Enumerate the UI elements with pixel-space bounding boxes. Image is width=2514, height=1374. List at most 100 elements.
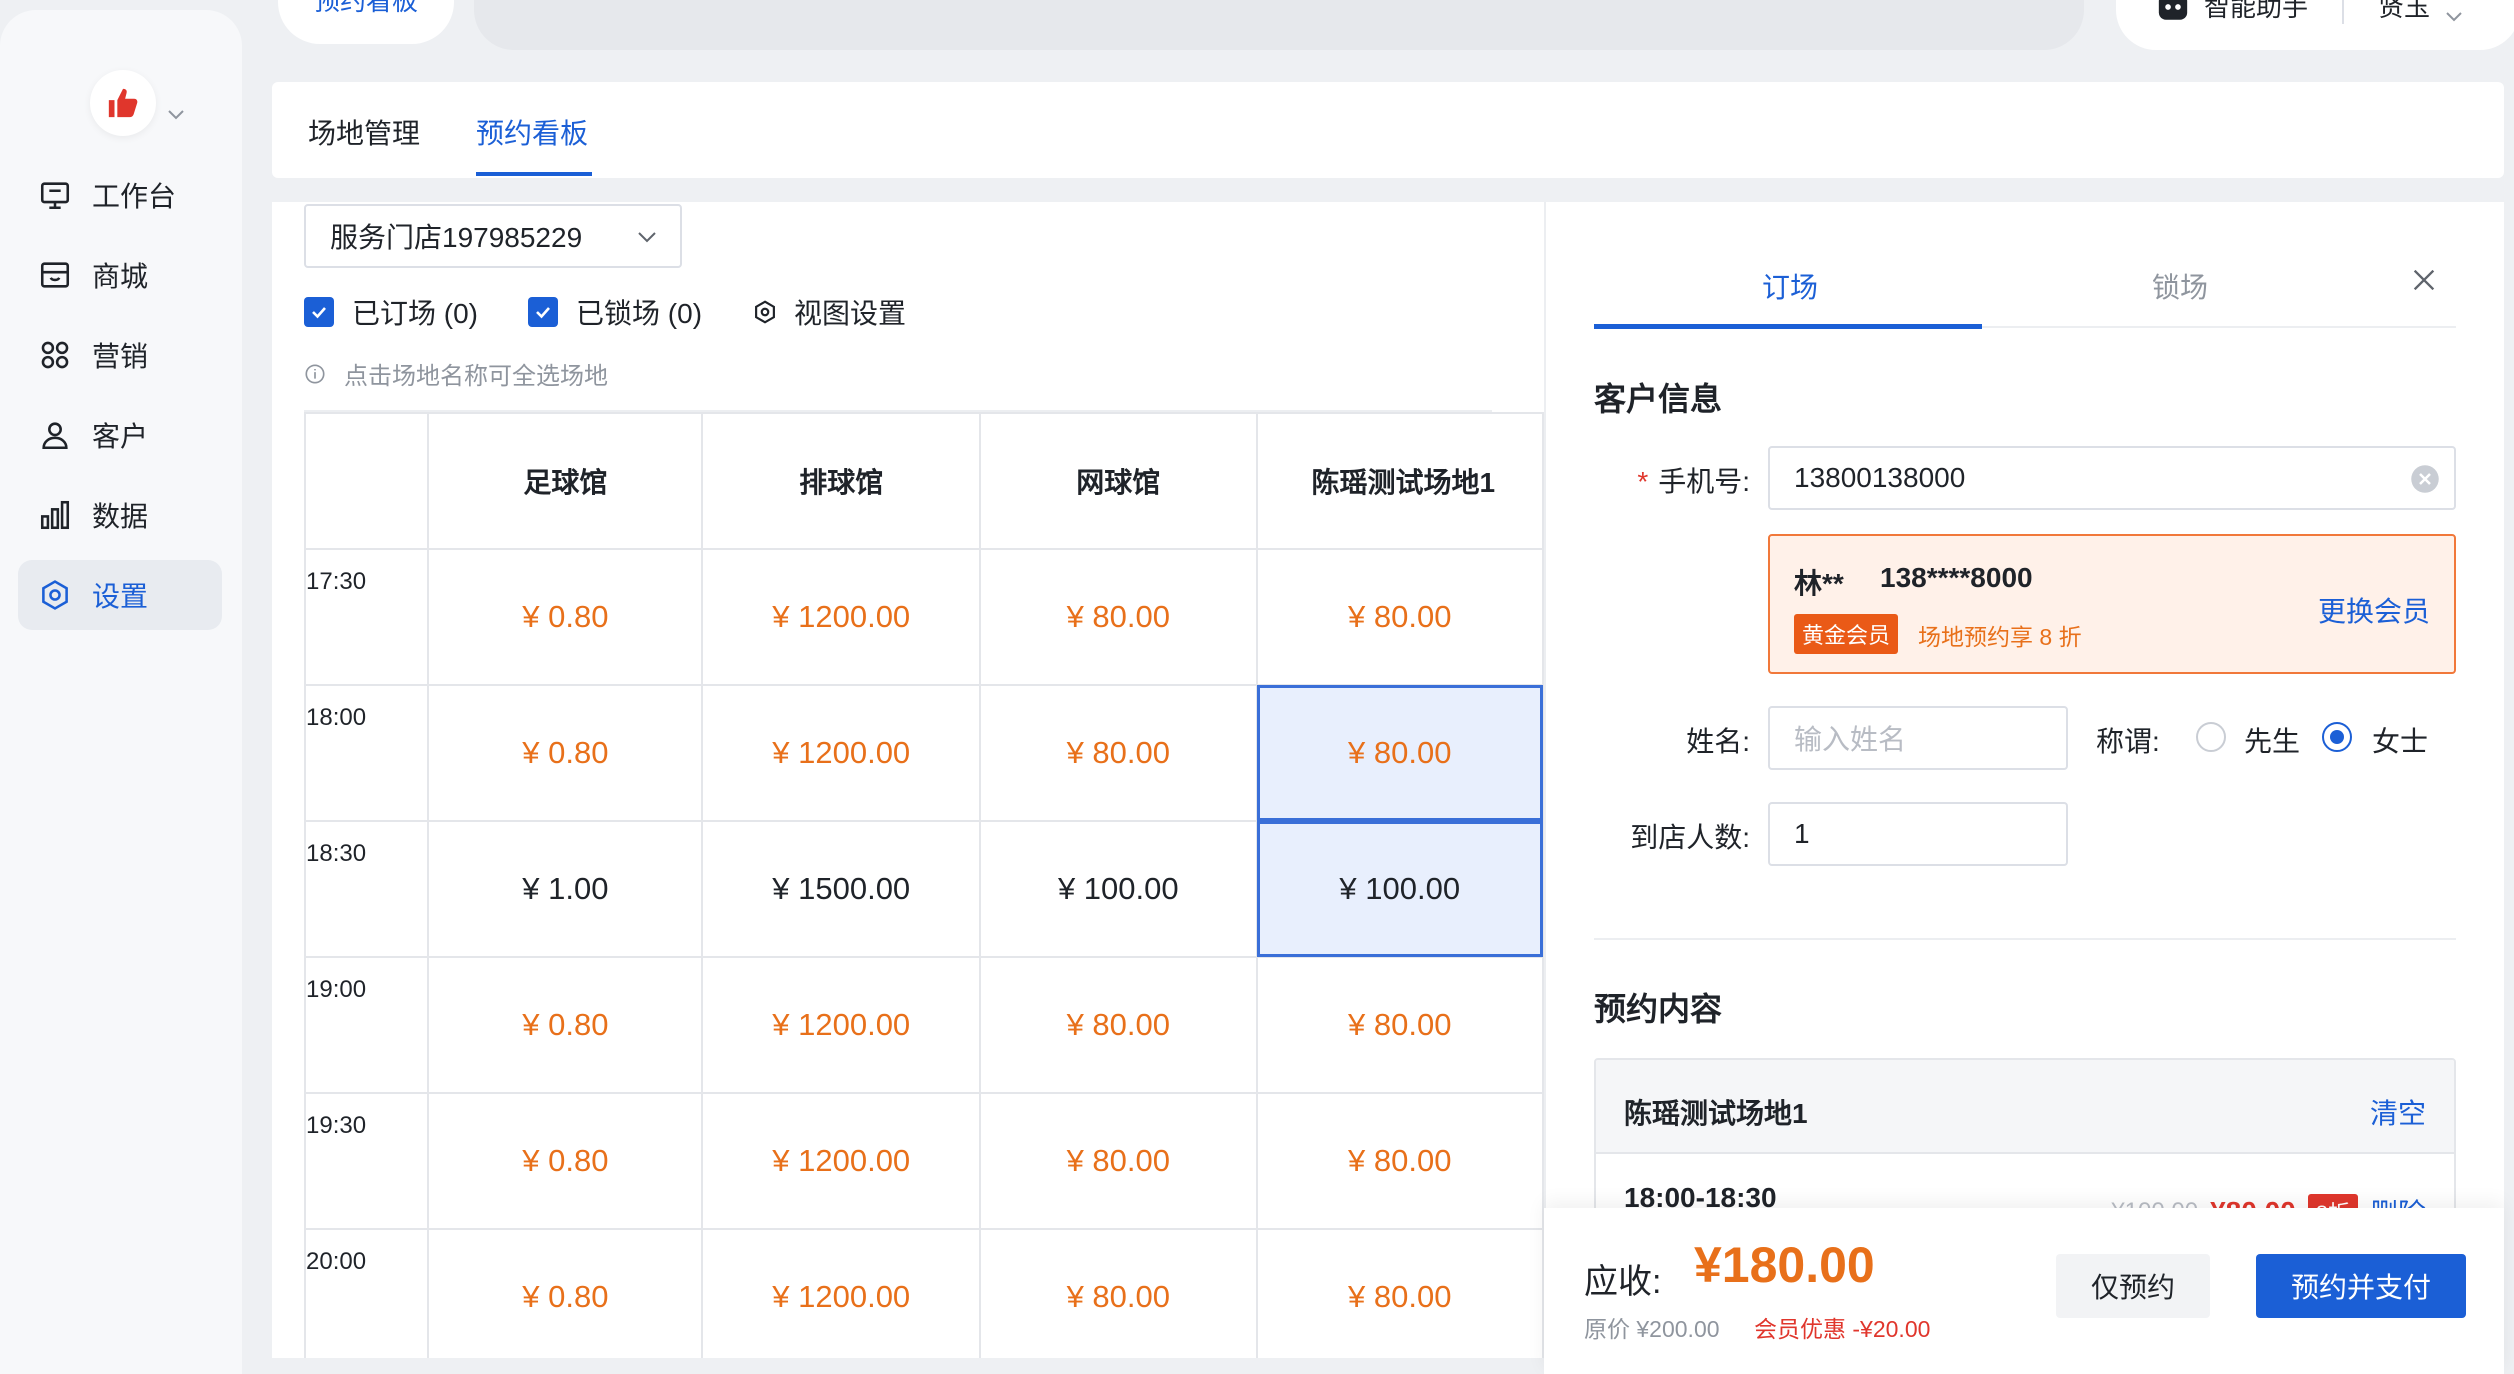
slot-cell[interactable]: ¥ 1200.00 [701,548,982,686]
booking-panel: 订场 锁场 客户信息 * 手机号: 13800138000 林** 138****… [1544,202,2504,1374]
slot-cell[interactable]: ¥ 0.80 [427,548,704,686]
table-row: 19:00 ¥ 0.80 ¥ 1200.00 ¥ 80.00 ¥ 80.00 [303,956,1544,1094]
reserve-and-pay-button[interactable]: 预约并支付 [2256,1254,2466,1318]
venue-column-header[interactable]: 网球馆 [979,412,1258,550]
slot-cell[interactable]: ¥ 1200.00 [701,956,982,1094]
sidebar-item-marketing[interactable]: 营销 [18,320,222,390]
assistant-icon[interactable] [2156,0,2190,24]
close-icon[interactable] [2410,266,2438,294]
chevron-down-icon[interactable] [166,108,186,122]
filter-label: 已锁场 (0) [576,298,703,329]
sidebar-item-customer[interactable]: 客户 [18,400,222,470]
venue-column-header[interactable]: 陈瑶测试场地1 [1255,412,1544,550]
slot-cell[interactable]: ¥ 80.00 [1255,548,1544,686]
booking-board: 服务门店197985229 已订场 (0) 已锁场 (0) 视图设置 点击场地名… [272,202,1544,1358]
divider [2342,0,2345,24]
change-member-link[interactable]: 更换会员 [2318,590,2430,630]
slot-cell[interactable]: ¥ 1200.00 [701,684,982,822]
slot-cell[interactable]: ¥ 80.00 [979,1092,1258,1230]
slot-cell[interactable]: ¥ 0.80 [427,684,704,822]
radio-ms[interactable] [2322,722,2352,752]
venue-column-header[interactable]: 排球馆 [701,412,982,550]
slot-cell[interactable]: ¥ 1200.00 [701,1092,982,1230]
slot-cell[interactable]: ¥ 1200.00 [701,1228,982,1358]
active-tab-indicator [1594,324,1982,329]
sidebar-item-settings[interactable]: 设置 [18,560,222,630]
slot-cell-selected[interactable]: ¥ 80.00 [1255,684,1544,822]
member-phone: 138****8000 [1880,562,2033,593]
member-discount: 会员优惠 -¥20.00 [1754,1316,1931,1342]
slot-cell[interactable]: ¥ 0.80 [427,956,704,1094]
radio-mr[interactable] [2196,722,2226,752]
slot-cell-selected[interactable]: ¥ 100.00 [1255,820,1544,958]
top-active-pill[interactable]: 预约看板 [278,0,454,44]
customer-icon [38,418,72,452]
sidebar-item-store[interactable]: 商城 [18,240,222,310]
checkbox-checked-icon[interactable] [304,297,334,327]
sidebar-item-label: 数据 [92,501,149,532]
member-perk: 场地预约享 8 折 [1918,624,2082,650]
divider [1594,938,2456,940]
slot-cell[interactable]: ¥ 80.00 [979,684,1258,822]
sidebar-item-label: 设置 [92,581,149,612]
name-placeholder: 输入姓名 [1794,724,1907,755]
radio-mr-label[interactable]: 先生 [2244,720,2300,760]
sidebar-item-data[interactable]: 数据 [18,480,222,550]
phone-label: * 手机号: [1637,466,1750,497]
reserve-only-button[interactable]: 仅预约 [2056,1254,2210,1318]
tab-venue-management[interactable]: 场地管理 [308,112,420,152]
store-icon [38,258,72,292]
booking-content-title: 预约内容 [1594,991,1723,1027]
chevron-down-icon[interactable] [2444,10,2464,24]
slot-cell[interactable]: ¥ 0.80 [427,1228,704,1358]
brand-logo[interactable] [90,70,156,136]
sidebar-item-label: 营销 [92,341,149,372]
tab-lock-venue[interactable]: 锁场 [2152,266,2208,306]
view-settings-label: 视图设置 [794,298,907,329]
store-select[interactable]: 服务门店197985229 [304,204,682,268]
slot-cell[interactable]: ¥ 100.00 [979,820,1258,958]
filter-booked[interactable]: 已订场 (0) [304,292,478,332]
assistant-label[interactable]: 智能助手 [2204,0,2308,24]
radio-ms-label[interactable]: 女士 [2372,720,2428,760]
tab-book-venue[interactable]: 订场 [1762,266,1818,306]
sidebar-item-workbench[interactable]: 工作台 [18,160,222,230]
slot-cell[interactable]: ¥ 80.00 [1255,1092,1544,1230]
time-slot-label: 18:00 [303,684,430,822]
venue-header: 陈瑶测试场地1 清空 [1596,1060,2454,1154]
phone-field[interactable]: 13800138000 [1768,446,2456,510]
phone-value: 13800138000 [1794,462,1966,493]
member-card: 林** 138****8000 黄金会员 场地预约享 8 折 更换会员 [1768,534,2456,674]
clear-venue-button[interactable]: 清空 [2370,1092,2426,1132]
checkbox-checked-icon[interactable] [528,297,559,327]
view-settings-button[interactable]: 视图设置 [752,292,906,332]
slot-cell[interactable]: ¥ 0.80 [427,1092,704,1230]
slot-cell[interactable]: ¥ 80.00 [1255,956,1544,1094]
venue-column-header[interactable]: 足球馆 [427,412,704,550]
slot-cell[interactable]: ¥ 80.00 [979,1228,1258,1358]
workbench-icon [38,178,72,212]
schedule-grid: 足球馆 排球馆 网球馆 陈瑶测试场地1 17:30 ¥ 0.80 ¥ 1200.… [303,412,1544,1358]
name-field[interactable]: 输入姓名 [1768,706,2068,770]
top-search-bar[interactable] [474,0,2084,50]
slot-cell[interactable]: ¥ 80.00 [1255,1228,1544,1358]
slot-cell[interactable]: ¥ 1.00 [427,820,704,958]
sidebar-item-label: 客户 [92,421,149,452]
title-label: 称谓: [2096,726,2160,757]
filter-locked[interactable]: 已锁场 (0) [528,292,702,332]
filter-label: 已订场 (0) [352,298,479,329]
people-count-label: 到店人数: [1630,822,1750,853]
clear-icon[interactable] [2410,464,2440,494]
member-level-badge: 黄金会员 [1794,614,1899,654]
checkout-footer: 应收: ¥180.00 原价 ¥200.00 会员优惠 -¥20.00 仅预约 … [1544,1208,2504,1374]
slot-cell[interactable]: ¥ 80.00 [979,956,1258,1094]
hint-label: 点击场地名称可全选场地 [344,363,608,390]
slot-cell[interactable]: ¥ 1500.00 [701,820,982,958]
top-pill-label: 预约看板 [313,0,418,16]
top-user-area: 智能助手 贤玉 [2116,0,2514,50]
name-label: 姓名: [1686,726,1750,757]
slot-cell[interactable]: ¥ 80.00 [979,548,1258,686]
tab-booking-board[interactable]: 预约看板 [476,112,588,152]
user-name[interactable]: 贤玉 [2378,0,2430,24]
people-count-field[interactable]: 1 [1768,802,2068,866]
